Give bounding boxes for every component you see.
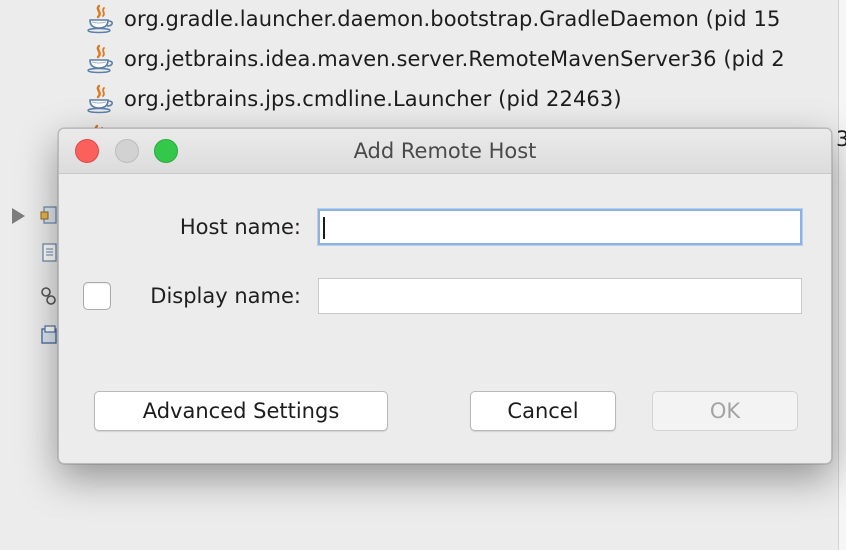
dialog-titlebar[interactable]: Add Remote Host (59, 129, 831, 174)
process-label: 3 (836, 127, 846, 151)
java-icon (84, 4, 116, 34)
host-name-input[interactable] (318, 209, 802, 245)
close-window-button[interactable] (75, 139, 99, 163)
display-name-checkbox[interactable] (83, 282, 111, 310)
host-name-label: Host name: (179, 215, 301, 239)
display-name-input[interactable] (318, 278, 802, 314)
scrollbar-track[interactable] (838, 0, 846, 550)
snapshot-icon (41, 325, 57, 344)
process-label: org.jetbrains.jps.cmdline.Launcher (pid … (124, 87, 622, 111)
display-name-label[interactable]: Display name: (123, 284, 301, 308)
minimize-window-button[interactable] (115, 139, 139, 163)
process-label: org.jetbrains.idea.maven.server.RemoteMa… (124, 47, 785, 71)
list-item[interactable]: org.jetbrains.jps.cmdline.Launcher (pid … (84, 84, 622, 114)
list-item[interactable]: org.gradle.launcher.daemon.bootstrap.Gra… (84, 4, 780, 34)
java-icon (84, 44, 116, 74)
process-label: org.gradle.launcher.daemon.bootstrap.Gra… (124, 7, 781, 31)
java-icon (84, 84, 116, 114)
advanced-settings-button[interactable]: Advanced Settings (94, 391, 388, 431)
network-icon (41, 287, 56, 305)
text-caret (323, 217, 325, 239)
cancel-button[interactable]: Cancel (470, 391, 616, 431)
host-node-icon (40, 206, 57, 224)
list-item[interactable]: org.jetbrains.idea.maven.server.RemoteMa… (84, 44, 785, 74)
add-remote-host-dialog: Add Remote Host Host name: Display name:… (58, 128, 832, 464)
ok-button[interactable]: OK (652, 391, 798, 431)
zoom-window-button[interactable] (154, 139, 178, 163)
disclosure-triangle-icon[interactable] (12, 208, 25, 224)
document-icon (42, 243, 57, 262)
